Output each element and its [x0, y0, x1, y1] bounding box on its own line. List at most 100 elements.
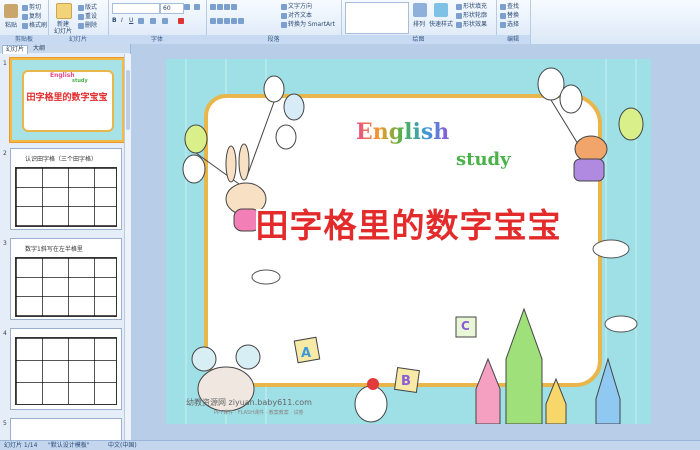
italic-button[interactable]: I	[121, 17, 123, 24]
drawing-group: 排列 快速样式 形状填充 形状轮廓 形状效果 绘图	[341, 0, 497, 44]
english-text: English	[356, 119, 450, 145]
clipboard-label: 剪贴板	[0, 35, 48, 44]
select-label: 选择	[507, 21, 520, 28]
font-label: 字体	[108, 35, 206, 44]
watermark-subtext: PPT课件 · FLASH课件 · 教案教案 · 试卷	[214, 410, 304, 416]
shape-outline-button[interactable]: 形状轮廓	[456, 10, 487, 19]
thumb-number: 3	[3, 240, 7, 247]
outline-icon	[456, 12, 462, 19]
slide-thumbnail-5[interactable]	[10, 418, 122, 440]
bullets-button[interactable]	[210, 3, 238, 10]
find-label: 查找	[507, 3, 520, 10]
align-text-icon	[281, 12, 287, 19]
outdent-icon	[231, 3, 237, 10]
align-buttons[interactable]	[210, 17, 245, 24]
text-direction-label: 文字方向	[288, 3, 313, 10]
replace-label: 替换	[507, 12, 520, 19]
letter-c: C	[461, 319, 470, 333]
select-icon	[500, 21, 506, 28]
quick-styles-button[interactable]: 快速样式	[429, 19, 453, 28]
font-color-icon	[178, 17, 184, 24]
binoculars-icon	[500, 3, 506, 10]
panel-scrollbar[interactable]	[124, 54, 131, 440]
tab-slides[interactable]: 幻灯片	[2, 45, 29, 54]
tian-grid	[15, 337, 117, 405]
shadow-button[interactable]	[150, 17, 157, 24]
replace-icon	[500, 12, 506, 19]
clipboard-group: 粘贴 剪切 复制 格式刷 剪贴板	[0, 0, 49, 44]
shrink-font-icon	[194, 3, 200, 10]
shape-fill-label: 形状填充	[463, 3, 488, 10]
slide-thumbnail-2[interactable]: 认识田字格（三个田字格）	[10, 148, 122, 230]
indent-icon	[224, 3, 230, 10]
arrange-button[interactable]: 排列	[413, 19, 425, 28]
smartart-button[interactable]: 转换为 SmartArt	[281, 19, 335, 28]
font-name-dropdown[interactable]	[112, 3, 160, 14]
scissors-icon	[22, 4, 28, 11]
shapes-gallery[interactable]	[345, 2, 409, 34]
thumb-english: English	[50, 72, 75, 79]
justify-icon	[231, 17, 237, 24]
grow-font-icon	[184, 3, 190, 10]
slide-thumbnail-3[interactable]: 数字1斜写在左半格里	[10, 238, 122, 320]
spacing-button[interactable]	[162, 17, 169, 24]
thumb-title: 田字格里的数字宝宝	[26, 93, 108, 103]
watermark-text: 幼教资源网 ziyuan.baby611.com	[186, 398, 312, 407]
numbering-icon	[217, 3, 223, 10]
font-size-dropdown[interactable]: 60	[160, 3, 184, 14]
replace-button[interactable]: 替换	[500, 10, 519, 19]
cut-button[interactable]: 剪切	[22, 2, 41, 11]
shape-fill-button[interactable]: 形状填充	[456, 1, 487, 10]
editing-label: 编辑	[496, 35, 530, 44]
columns-icon	[238, 17, 244, 24]
delete-button[interactable]: 删除	[78, 20, 97, 29]
text-direction-button[interactable]: 文字方向	[281, 1, 312, 10]
thumb-number: 1	[3, 60, 7, 67]
tian-grid	[15, 257, 117, 317]
thumb-number: 5	[3, 420, 7, 427]
layout-button[interactable]: 版式	[78, 2, 97, 11]
spacing-icon	[162, 17, 168, 24]
select-button[interactable]: 选择	[500, 19, 519, 28]
arrange-icon[interactable]	[413, 3, 427, 17]
shape-effects-button[interactable]: 形状效果	[456, 19, 487, 28]
layout-icon	[78, 4, 84, 11]
format-painter-label: 格式刷	[29, 22, 48, 29]
slide-thumbnail-4[interactable]	[10, 328, 122, 410]
bold-button[interactable]: B	[112, 17, 117, 24]
letter-a: A	[301, 346, 312, 361]
bullets-icon	[210, 3, 216, 10]
delete-icon	[78, 22, 84, 29]
format-painter-button[interactable]: 格式刷	[22, 20, 47, 29]
editing-group: 查找 替换 选择 编辑	[496, 0, 531, 44]
align-text-label: 对齐文本	[288, 12, 313, 19]
copy-button[interactable]: 复制	[22, 11, 41, 20]
delete-label: 删除	[85, 22, 98, 29]
find-button[interactable]: 查找	[500, 1, 519, 10]
scroll-thumb[interactable]	[126, 70, 130, 130]
strikethrough-button[interactable]	[138, 17, 145, 24]
study-wordart: study	[456, 149, 511, 170]
thumb-title: 认识田字格（三个田字格）	[25, 156, 98, 163]
brush-icon	[22, 22, 28, 29]
slide-canvas[interactable]: English study 田字格里的数字宝宝 A B C 幼教资源网 ziyu…	[166, 59, 651, 424]
paste-icon[interactable]	[4, 4, 18, 18]
align-text-button[interactable]: 对齐文本	[281, 10, 312, 19]
reset-button[interactable]: 重设	[78, 11, 97, 20]
slide-title[interactable]: 田字格里的数字宝宝	[166, 199, 651, 247]
slide-thumbnail-1[interactable]: 田字格里的数字宝宝 English study	[10, 58, 124, 142]
shrink-font-button[interactable]	[194, 3, 201, 10]
underline-button[interactable]: U	[129, 17, 133, 24]
slides-panel: 幻灯片 大纲 1 田字格里的数字宝宝 English study 2 认识田字格…	[0, 44, 131, 440]
reset-label: 重设	[85, 13, 98, 20]
text-direction-icon	[281, 3, 287, 10]
grow-font-button[interactable]	[184, 3, 191, 10]
paste-button[interactable]: 粘贴	[5, 20, 17, 29]
new-slide-icon[interactable]	[56, 3, 72, 19]
tab-outline[interactable]: 大纲	[30, 45, 48, 53]
thumb-study: study	[72, 78, 88, 84]
thumbnail-list: 1 田字格里的数字宝宝 English study 2 认识田字格（三个田字格）…	[0, 54, 124, 440]
quick-styles-icon[interactable]	[434, 3, 448, 17]
thumb-number: 4	[3, 330, 7, 337]
font-color-button[interactable]	[178, 17, 185, 24]
